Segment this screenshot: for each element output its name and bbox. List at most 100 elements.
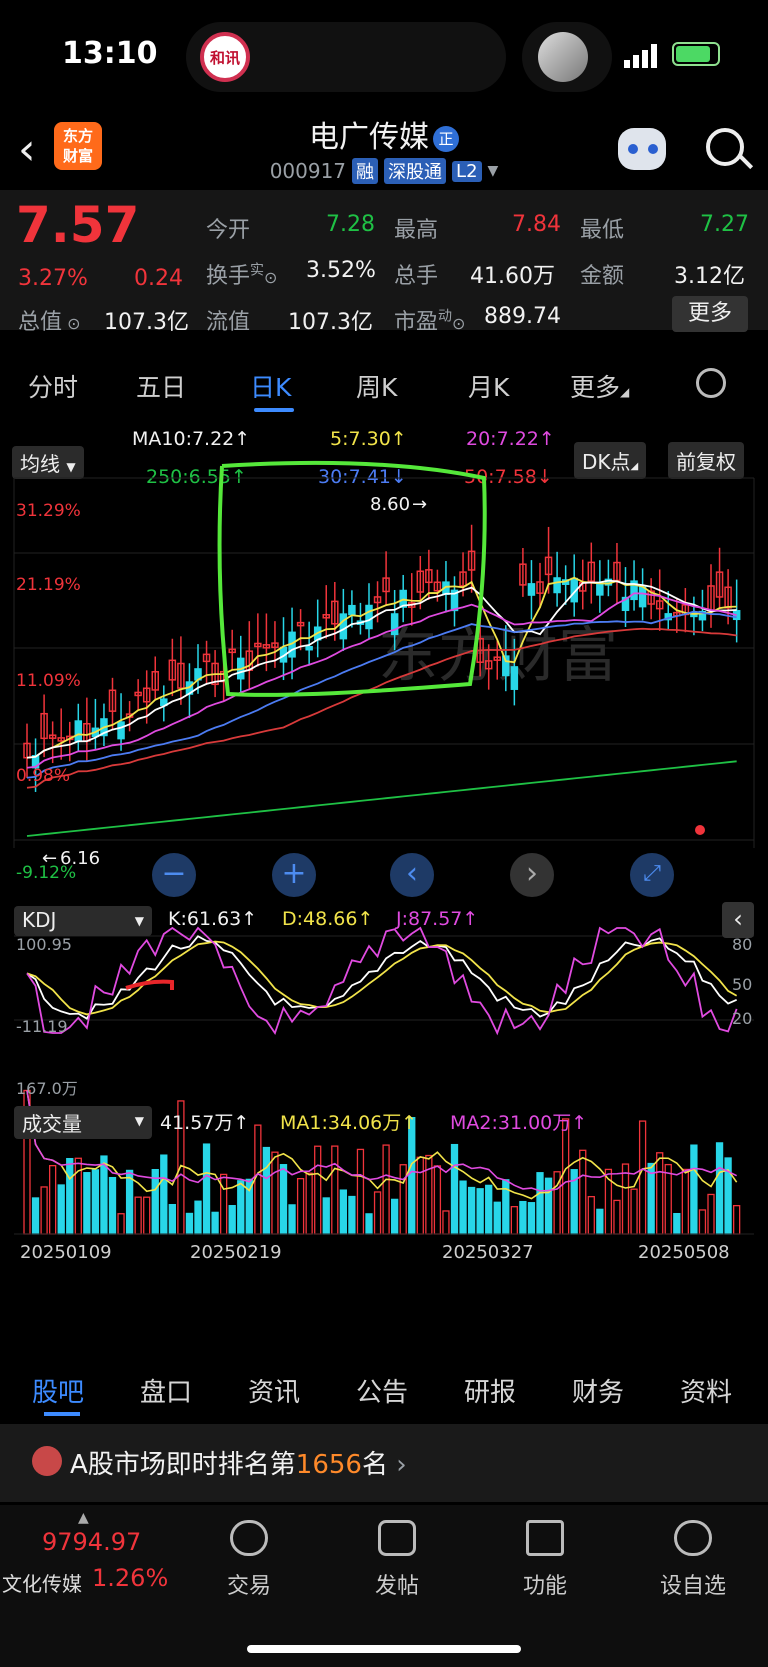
index-value[interactable]: 9794.97 (42, 1528, 141, 1556)
volume-bar (305, 1172, 313, 1235)
info-icon[interactable]: ⊙ (452, 314, 465, 333)
volume-bar (279, 1164, 288, 1235)
volume-bar (254, 1124, 262, 1235)
trade-yen-icon[interactable] (230, 1520, 268, 1556)
volume-selector[interactable]: 成交量 ▼ (14, 1106, 152, 1139)
open-label: 今开 (206, 218, 251, 243)
tab-forum[interactable]: 股吧 (32, 1372, 84, 1409)
nav-functions[interactable]: 功能 (495, 1568, 595, 1600)
robot-eye-left (628, 144, 638, 154)
scroll-right-button[interactable]: › (510, 853, 554, 897)
volume-bar (348, 1195, 356, 1235)
nav-post[interactable]: 发帖 (347, 1568, 447, 1600)
turnover-label: 换手实⊙ (206, 262, 278, 289)
nav-add-watchlist[interactable]: 设自选 (643, 1568, 743, 1600)
volume-bar (707, 1193, 715, 1235)
volume-bar (510, 1206, 519, 1235)
fullscreen-icon[interactable]: ⤢ (630, 853, 674, 897)
volume-value: 41.57万↑ (160, 1112, 250, 1134)
volume-bar (117, 1213, 125, 1235)
moving-average-lines (26, 576, 737, 837)
active-tab-indicator (254, 408, 294, 412)
collapse-panel-button[interactable]: ‹ (722, 902, 754, 938)
nav-trade[interactable]: 交易 (199, 1568, 299, 1600)
kdj-d: D:48.66↑ (282, 908, 374, 930)
candle-body (117, 721, 125, 740)
date-label-3: 20250327 (442, 1242, 534, 1263)
index-name[interactable]: 文化传媒 (2, 1568, 82, 1597)
island-app-icon: 和讯 (200, 32, 250, 82)
ma5-readout: 5:7.30↑ (330, 428, 407, 450)
rank-building-icon (32, 1446, 62, 1476)
tag-level2: L2 (452, 160, 482, 182)
volume-bar (536, 1172, 544, 1235)
info-icon[interactable]: ⊙ (264, 268, 277, 287)
tag-margin: 融 (352, 158, 379, 184)
zoom-in-button[interactable]: + (272, 853, 316, 897)
mktcap-label: 总值 ⊙ (18, 310, 81, 335)
volume-bar (638, 1120, 647, 1235)
tab-five-day[interactable]: 五日 (136, 368, 186, 404)
volume-value: 41.60万 (470, 264, 555, 289)
caret-up-icon: ▲ (78, 1510, 89, 1526)
float-label: 流值 (206, 310, 251, 335)
volume-bar (100, 1155, 108, 1235)
candle-body (510, 666, 519, 690)
chevron-down-icon: ▼ (134, 1114, 144, 1128)
pe-value: 889.74 (484, 304, 561, 329)
tab-intraday[interactable]: 分时 (28, 368, 78, 404)
volume-bar (365, 1213, 373, 1235)
tab-monthly-k[interactable]: 月K (468, 368, 509, 404)
kdj-grid (14, 935, 754, 1021)
volume-bar (519, 1200, 527, 1235)
tab-daily-k[interactable]: 日K (250, 368, 291, 404)
volume-bar (314, 1145, 322, 1235)
rank-number: 1656 (295, 1450, 362, 1480)
more-quote-button[interactable]: 更多 (672, 296, 748, 332)
add-watchlist-icon[interactable] (674, 1520, 712, 1556)
volume-bar (194, 1200, 202, 1235)
volume-bar (382, 1144, 390, 1235)
volume-bar (587, 1195, 595, 1235)
tab-news[interactable]: 资讯 (248, 1372, 300, 1409)
tab-research[interactable]: 研报 (464, 1372, 516, 1409)
low-value: 7.27 (700, 212, 749, 237)
status-bar: 13:10 和讯 (0, 0, 768, 110)
low-marker: 6.16 (60, 848, 100, 869)
volume-bar (49, 1164, 57, 1235)
volume-bar (621, 1163, 630, 1235)
volume-bar (664, 1163, 672, 1235)
tab-financials[interactable]: 财务 (572, 1372, 624, 1409)
volume-bar (168, 1203, 177, 1235)
candle-body (348, 604, 356, 616)
volume-label: 总手 (394, 264, 439, 289)
volume-bar (681, 1168, 689, 1235)
stock-code: 000917 (269, 159, 347, 183)
zoom-out-button[interactable]: − (152, 853, 196, 897)
info-icon[interactable]: ⊙ (62, 314, 80, 333)
volume-bar (288, 1204, 296, 1235)
rank-text[interactable]: A股市场即时排名第1656名 › (70, 1444, 407, 1481)
tab-orderbook[interactable]: 盘口 (140, 1372, 192, 1409)
scroll-left-button[interactable]: ‹ (390, 853, 434, 897)
tab-profile[interactable]: 资料 (680, 1372, 732, 1409)
tab-announcements[interactable]: 公告 (356, 1372, 408, 1409)
volume-bar (271, 1151, 279, 1235)
kdj-d-line (26, 940, 738, 1016)
kdj-selector[interactable]: KDJ ▼ (14, 906, 152, 936)
chevron-right-icon: › (387, 1450, 407, 1480)
volume-bar (656, 1152, 664, 1235)
volume-bar (339, 1189, 348, 1235)
low-marker-arrow: ← (42, 848, 57, 869)
robot-assistant-icon[interactable] (618, 128, 666, 170)
candle-body (305, 645, 313, 651)
pe-label: 市盈动⊙ (394, 308, 466, 335)
volume-bar (322, 1197, 330, 1235)
gear-icon[interactable] (696, 368, 726, 398)
tab-more[interactable]: 更多◢ (570, 368, 629, 404)
search-icon[interactable] (706, 128, 744, 166)
grid-function-icon[interactable] (526, 1520, 564, 1556)
tab-weekly-k[interactable]: 周K (356, 368, 397, 404)
candle-body (339, 613, 348, 640)
edit-post-icon[interactable] (378, 1520, 416, 1556)
